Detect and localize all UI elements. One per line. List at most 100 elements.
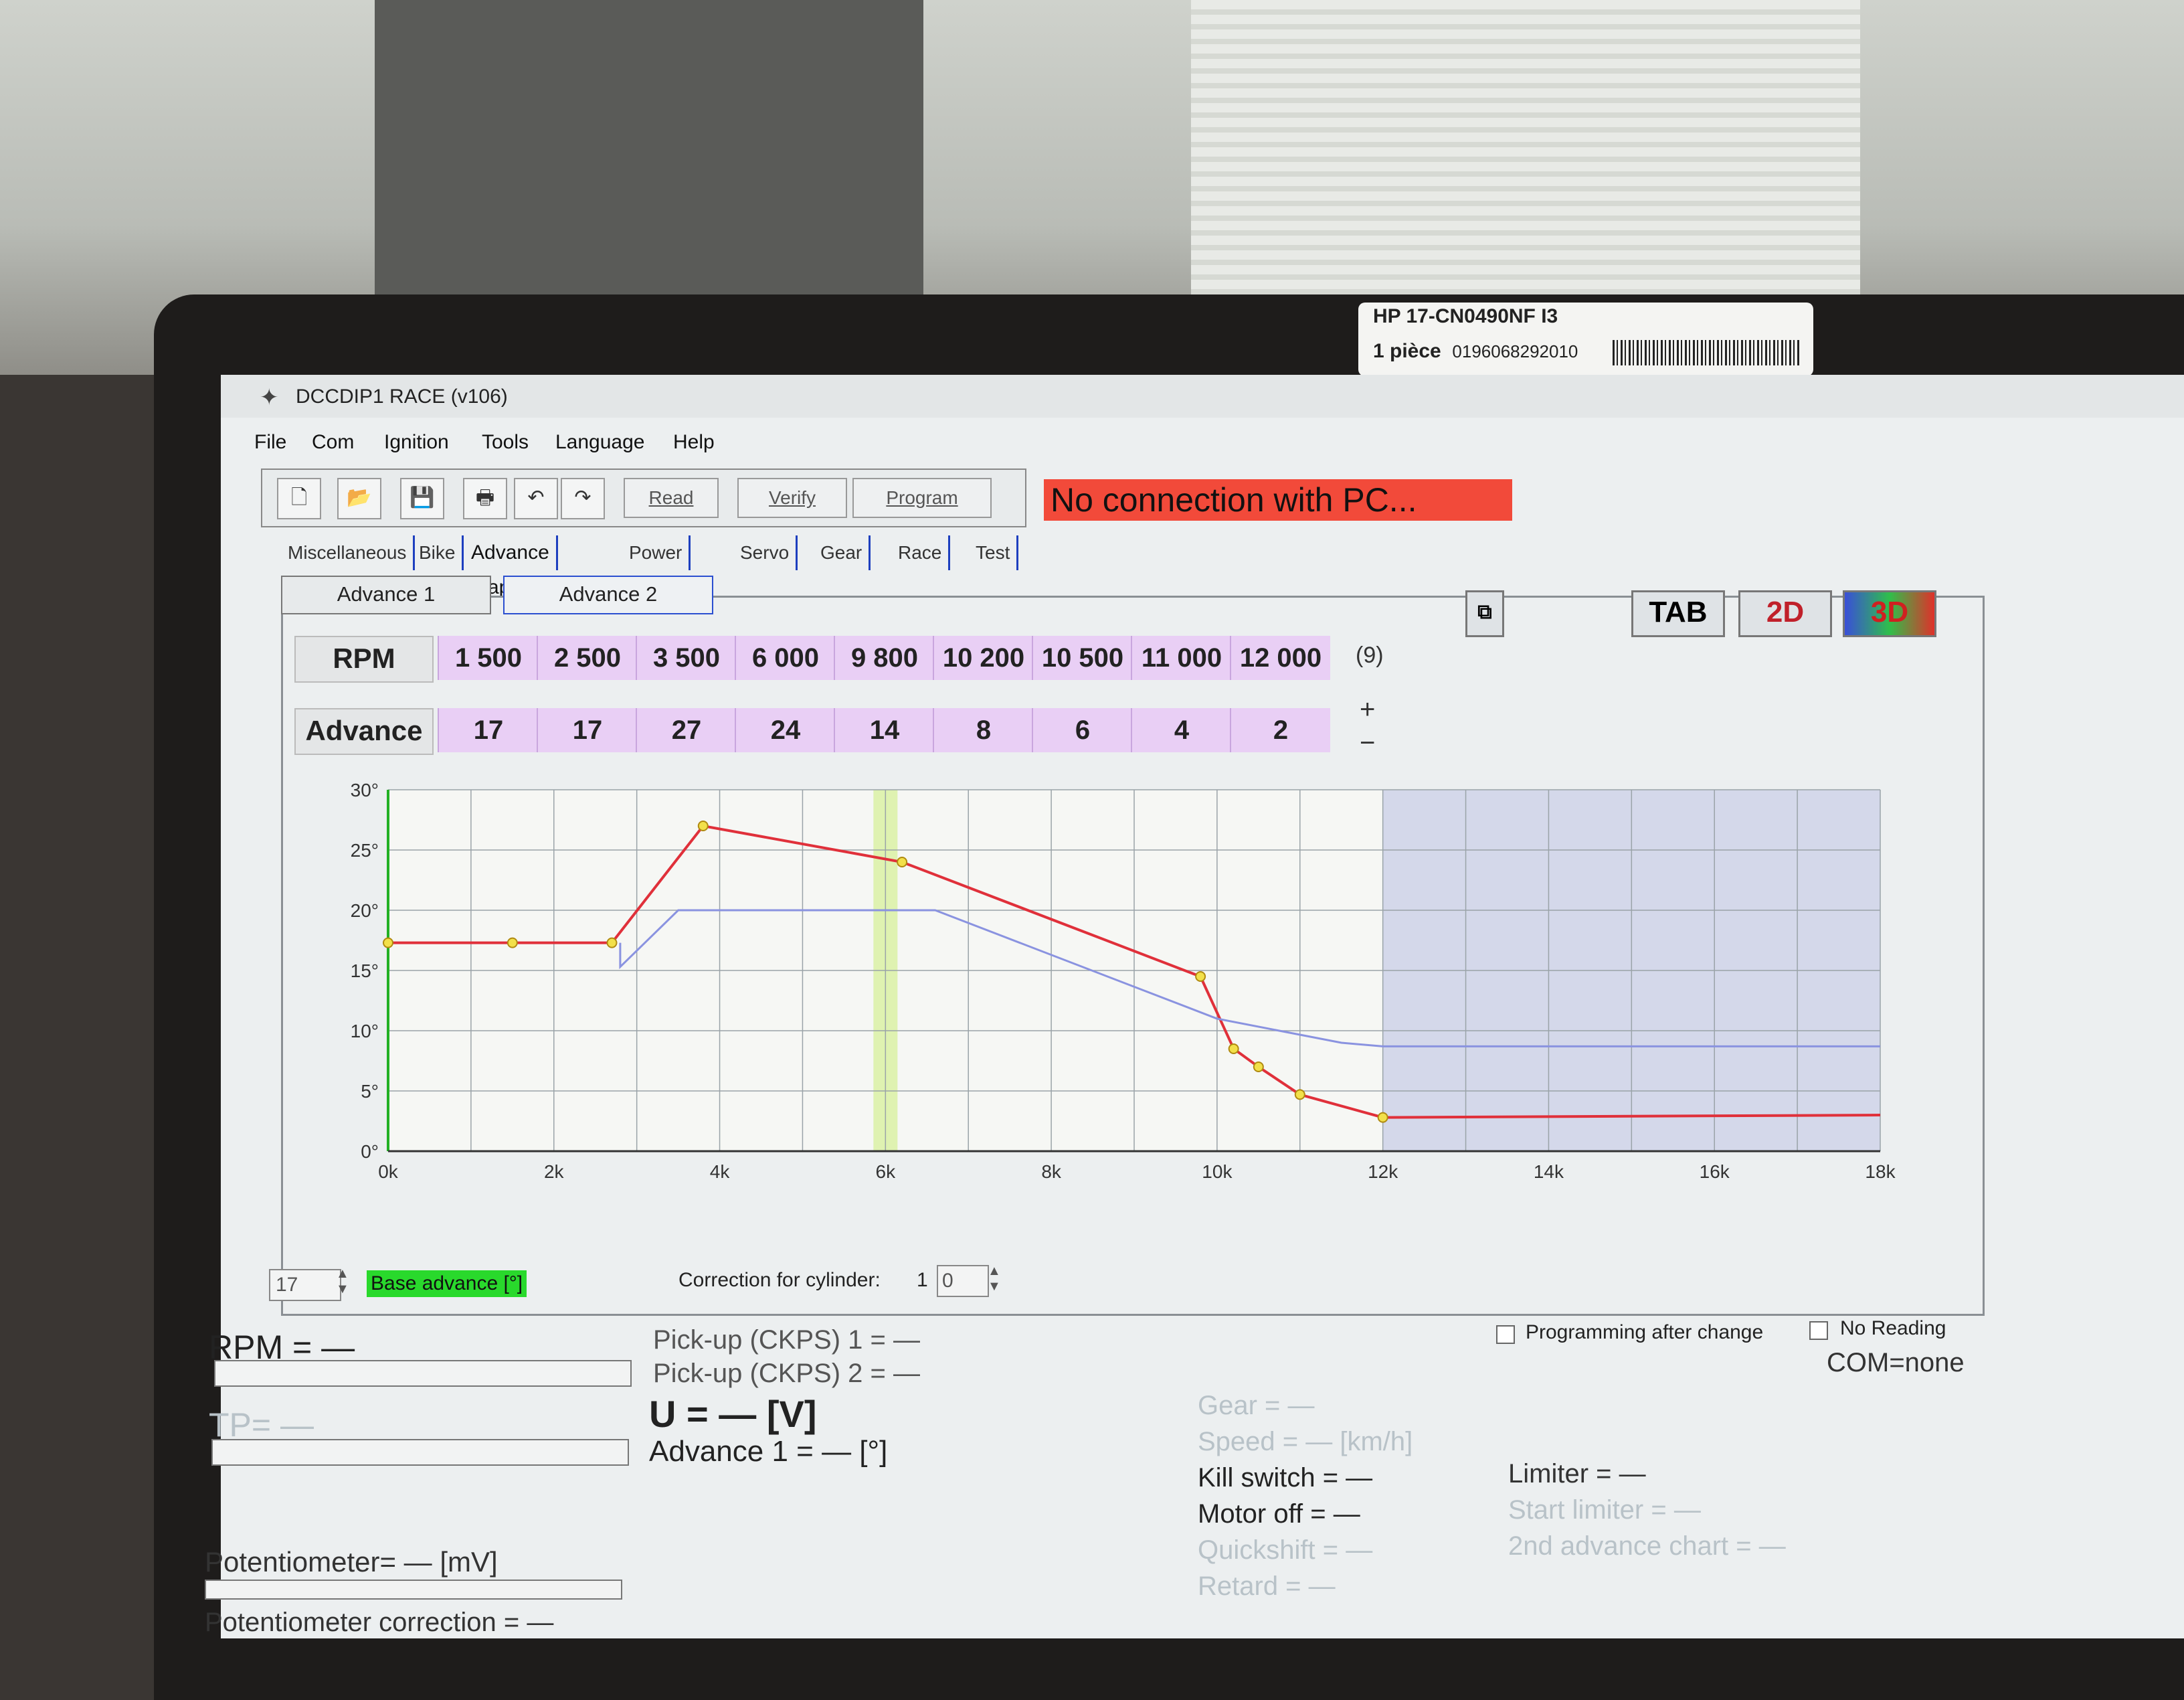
advance-cell[interactable]: 2 xyxy=(1230,708,1330,752)
base-advance-spinner[interactable]: 17 xyxy=(269,1269,341,1301)
tab-race[interactable]: Race xyxy=(891,535,951,570)
read-button[interactable]: Read xyxy=(624,478,719,518)
ckps2-readout: Pick-up (CKPS) 2 = — xyxy=(653,1359,921,1388)
tab-view-button[interactable]: TAB xyxy=(1631,590,1725,637)
data-point xyxy=(383,937,393,948)
data-point xyxy=(1228,1043,1239,1054)
data-point xyxy=(1253,1061,1264,1072)
x-tick-label: 14k xyxy=(1534,1161,1564,1182)
rpm-bar xyxy=(214,1360,632,1387)
x-tick-label: 8k xyxy=(1041,1161,1062,1182)
advance-cell[interactable]: 27 xyxy=(636,708,736,752)
tab-miscellaneous[interactable]: Miscellaneous xyxy=(281,535,416,570)
toolbar: 🗋 📂 💾 🖶 ↶ ↷ Read Verify Program xyxy=(261,469,1026,527)
rpm-cell[interactable]: 9 800 xyxy=(834,636,934,680)
pot-correction-readout: Potentiometer correction = — xyxy=(205,1608,554,1637)
menu-ignition[interactable]: Ignition xyxy=(384,431,449,454)
x-tick-label: 2k xyxy=(544,1161,565,1182)
3d-view-button[interactable]: 3D xyxy=(1843,590,1936,637)
add-point-button[interactable]: + xyxy=(1360,695,1375,725)
correction-spinner[interactable]: 0 xyxy=(937,1265,989,1297)
data-point xyxy=(1195,971,1206,982)
tab-gear[interactable]: Gear xyxy=(814,535,871,570)
rpm-cell[interactable]: 11 000 xyxy=(1131,636,1231,680)
x-tick-label: 6k xyxy=(876,1161,897,1182)
speed-readout: Speed = — [km/h] xyxy=(1198,1427,1413,1456)
sticker-count: 1 pièce 0196068292010 xyxy=(1373,340,1578,362)
app-window: ✦ DCCDIP1 RACE (v106) File Com Ignition … xyxy=(205,375,2184,1638)
tab-test[interactable]: Test xyxy=(969,535,1019,570)
data-point xyxy=(697,821,709,831)
connection-status: No connection with PC... xyxy=(1044,479,1512,521)
sticker-code: 0196068292010 xyxy=(1452,341,1578,361)
y-tick-label: 30° xyxy=(351,780,379,800)
data-point xyxy=(897,857,908,867)
tab-bike[interactable]: Bike xyxy=(412,535,464,570)
2d-view-button[interactable]: 2D xyxy=(1738,590,1832,637)
advance-cell[interactable]: 24 xyxy=(735,708,835,752)
new-file-icon[interactable]: 🗋 xyxy=(277,478,321,519)
voltage-readout: U = — [V] xyxy=(649,1393,817,1435)
redo-icon[interactable]: ↷ xyxy=(561,478,605,519)
subtab-advance-2[interactable]: Advance 2 xyxy=(503,576,713,614)
advance-cell[interactable]: 17 xyxy=(537,708,637,752)
correction-arrows-icon[interactable]: ▲ ▼ xyxy=(988,1264,1001,1294)
y-tick-label: 25° xyxy=(351,840,379,861)
copy-icon[interactable]: ⧉ xyxy=(1465,590,1504,637)
print-icon[interactable]: 🖶 xyxy=(463,478,507,519)
sticker-model: HP 17-CN0490NF I3 xyxy=(1373,305,1558,327)
x-tick-label: 10k xyxy=(1202,1161,1233,1182)
cylinder-number: 1 xyxy=(917,1269,928,1291)
motor-off-readout: Motor off = — xyxy=(1198,1499,1360,1529)
open-folder-icon[interactable]: 📂 xyxy=(337,478,381,519)
x-tick-label: 18k xyxy=(1865,1161,1896,1182)
advance-cell[interactable]: 6 xyxy=(1032,708,1132,752)
subtab-advance-1[interactable]: Advance 1 xyxy=(281,576,491,614)
rpm-cell[interactable]: 3 500 xyxy=(636,636,736,680)
retard-readout: Retard = — xyxy=(1198,1571,1336,1601)
title-bar: ✦ DCCDIP1 RACE (v106) xyxy=(221,375,2184,418)
rpm-cell[interactable]: 6 000 xyxy=(735,636,835,680)
menu-help[interactable]: Help xyxy=(673,431,715,454)
advance-cell[interactable]: 8 xyxy=(933,708,1033,752)
app-logo-icon: ✦ xyxy=(260,385,279,410)
save-icon[interactable]: 💾 xyxy=(400,478,444,519)
menu-language[interactable]: Language xyxy=(555,431,644,454)
programming-after-change-label: Programming after change xyxy=(1526,1321,1764,1343)
advance-cell[interactable]: 14 xyxy=(834,708,934,752)
advance-cell[interactable]: 17 xyxy=(438,708,538,752)
rpm-cell[interactable]: 10 200 xyxy=(933,636,1033,680)
tp-bar xyxy=(211,1439,629,1466)
x-tick-label: 4k xyxy=(710,1161,731,1182)
rpm-cell[interactable]: 12 000 xyxy=(1230,636,1330,680)
menu-com[interactable]: Com xyxy=(312,431,354,454)
tab-advance-map[interactable]: Advance Map xyxy=(464,535,558,598)
programming-after-change-checkbox[interactable] xyxy=(1496,1325,1515,1344)
remove-point-button[interactable]: − xyxy=(1360,728,1375,758)
menu-bar: File Com Ignition Tools Language Help xyxy=(221,427,2184,460)
spinner-arrows-icon[interactable]: ▲ ▼ xyxy=(336,1266,349,1297)
rpm-cell[interactable]: 10 500 xyxy=(1032,636,1132,680)
no-reading-checkbox[interactable] xyxy=(1809,1321,1828,1340)
advance-chart[interactable]: 0k 2k 4k 6k 8k 10k 12k 14k 16k 18k 0° 5° 10° 15° 20° 25… xyxy=(294,770,1914,1185)
advance-cell[interactable]: 4 xyxy=(1131,708,1231,752)
menu-tools[interactable]: Tools xyxy=(482,431,529,454)
undo-icon[interactable]: ↶ xyxy=(514,478,558,519)
verify-button[interactable]: Verify xyxy=(737,478,847,518)
menu-file[interactable]: File xyxy=(254,431,286,454)
model-sticker: HP 17-CN0490NF I3 1 pièce 0196068292010 xyxy=(1358,303,1813,376)
gear-readout: Gear = — xyxy=(1198,1391,1315,1420)
tab-power-out[interactable]: Power out xyxy=(622,535,691,598)
base-advance-label: Base advance [°] xyxy=(367,1270,527,1297)
data-point xyxy=(1294,1089,1305,1100)
rpm-cell[interactable]: 2 500 xyxy=(537,636,637,680)
program-button[interactable]: Program xyxy=(852,478,992,518)
window-title: DCCDIP1 RACE (v106) xyxy=(296,386,508,408)
y-tick-label: 10° xyxy=(351,1021,379,1041)
tab-servo[interactable]: Servo xyxy=(733,535,798,570)
potentiometer-bar xyxy=(205,1580,622,1600)
kill-switch-readout: Kill switch = — xyxy=(1198,1463,1373,1493)
rpm-cell[interactable]: 1 500 xyxy=(438,636,538,680)
data-point xyxy=(1377,1112,1388,1123)
quickshift-readout: Quickshift = — xyxy=(1198,1535,1373,1565)
